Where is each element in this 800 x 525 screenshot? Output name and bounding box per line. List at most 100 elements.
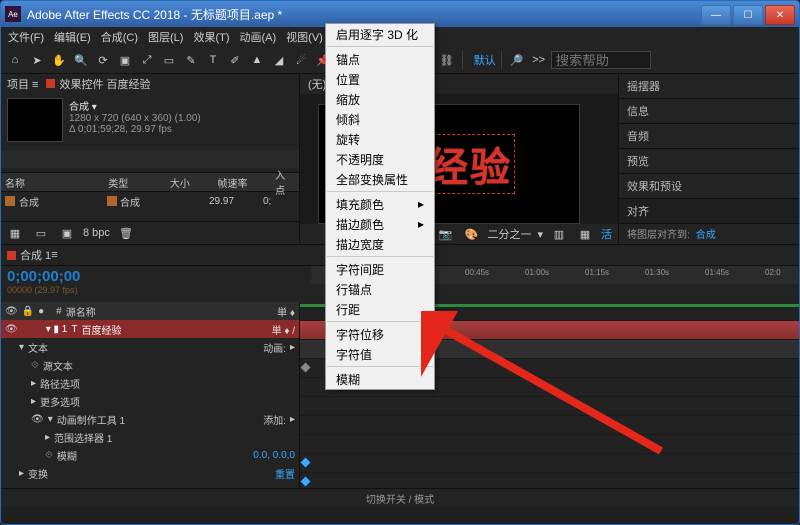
prop-text[interactable]: ▾ 文本动画: ▸ [1,338,299,356]
trash-icon[interactable]: 🗑 [116,223,136,243]
menu-item-19[interactable]: 字符值 [326,344,434,364]
min-button[interactable]: — [701,5,731,25]
snap-icon[interactable]: ⛓ [437,50,457,70]
col-size[interactable]: 大小 [166,175,214,190]
close-button[interactable]: ✕ [765,5,795,25]
panel-effects-presets[interactable]: 效果和预设 [619,174,799,199]
prop-transform[interactable]: ▸ 变换重置 [1,464,299,482]
bpc-label[interactable]: 8 bpc [83,227,110,239]
rotobrush-tool-icon[interactable]: ☄ [291,50,311,70]
add-label[interactable]: 添加: [263,412,286,427]
app-icon: Ae [5,6,21,22]
menu-item-11[interactable]: 描边颜色▸ [326,214,434,234]
brush-tool-icon[interactable]: ✐ [225,50,245,70]
tab-effect-controls[interactable]: 效果控件 百度经验 [46,76,150,92]
toggle-switches[interactable]: 切换开关 / 模式 [366,491,434,506]
window-title: Adobe After Effects CC 2018 - 无标题项目.aep … [27,6,699,23]
menu-anim[interactable]: 动画(A) [237,28,280,46]
menu-layer[interactable]: 图层(L) [145,28,186,46]
prop-more-options[interactable]: ▸ 更多选项 [1,392,299,410]
panel-audio[interactable]: 音频 [619,124,799,149]
max-button[interactable]: ☐ [733,5,763,25]
menu-item-3[interactable]: 位置 [326,69,434,89]
reset-link[interactable]: 重置 [275,466,295,481]
project-item-comp[interactable]: 合成 合成 29.97 0; [1,192,299,210]
zoom-level[interactable]: 二分之一 [487,226,531,242]
col-fps[interactable]: 帧速率 [214,175,272,190]
camera-tool-icon[interactable]: ▣ [115,50,135,70]
viewer-none[interactable]: (无) [308,76,326,92]
timeline-tab[interactable]: 合成 1 [20,247,51,263]
home-icon[interactable]: ⌂ [5,50,25,70]
menu-item-7[interactable]: 不透明度 [326,149,434,169]
comp-dimensions: 1280 x 720 (640 x 360) (1.00) [69,113,201,124]
panel-wiggler[interactable]: 摇摆器 [619,74,799,99]
menu-item-2[interactable]: 锚点 [326,49,434,69]
rect-tool-icon[interactable]: ▭ [159,50,179,70]
tick-5: 01:30s [645,268,669,277]
search-input[interactable] [551,51,651,69]
layer-1-name: 百度经验 [81,322,267,337]
menu-comp[interactable]: 合成(C) [98,28,141,46]
tab-project[interactable]: 项目 ≡ [7,76,38,92]
hand-tool-icon[interactable]: ✋ [49,50,69,70]
panel-align[interactable]: 对齐 [619,199,799,224]
viewer-info[interactable]: 活 [601,226,612,242]
layer-1[interactable]: 👁▾ ▮ 1 T 百度经验 単 ♦ / [1,320,299,338]
menu-item-0[interactable]: 启用逐字 3D 化 [326,24,434,44]
menu-item-14[interactable]: 字符间距 [326,259,434,279]
menu-view[interactable]: 视图(V) [283,28,326,46]
col-name[interactable]: 名称 [1,175,104,190]
menu-item-5[interactable]: 倾斜 [326,109,434,129]
animate-add-icon[interactable]: ▸ [290,342,295,353]
align-to-value[interactable]: 合成 [696,226,716,241]
stamp-tool-icon[interactable]: ▲ [247,50,267,70]
comp-thumbnail[interactable] [7,98,63,142]
animate-label[interactable]: 动画: [263,340,286,355]
panel-preview[interactable]: 预览 [619,149,799,174]
menu-item-18[interactable]: 字符位移 [326,324,434,344]
zoom-tool-icon[interactable]: 🔍 [71,50,91,70]
menu-item-8[interactable]: 全部变换属性 [326,169,434,189]
timecode[interactable]: 0;00;00;00 [7,268,305,285]
workspace-label[interactable]: 默认 [474,52,496,68]
new-folder-icon[interactable]: ▭ [31,223,51,243]
col-type[interactable]: 类型 [104,175,166,190]
menu-file[interactable]: 文件(F) [5,28,47,46]
new-comp-icon[interactable]: ▣ [57,223,77,243]
pan-tool-icon[interactable]: ⤢ [137,50,157,70]
menu-edit[interactable]: 编辑(E) [51,28,94,46]
prop-animator[interactable]: 👁 ▾ 动画制作工具 1添加: ▸ [1,410,299,428]
region-icon[interactable]: ▥ [549,224,569,244]
search-go-icon[interactable]: >> [529,50,549,70]
transparent-icon[interactable]: ▦ [575,224,595,244]
menu-item-16[interactable]: 行距 [326,299,434,319]
eraser-tool-icon[interactable]: ◢ [269,50,289,70]
pen-tool-icon[interactable]: ✎ [181,50,201,70]
tick-4: 01:15s [585,268,609,277]
blur-value[interactable]: 0.0, 0.0,0 [253,450,295,461]
prop-source-text[interactable]: ⟐ 源文本 [1,356,299,374]
menu-item-21[interactable]: 模糊 [326,369,434,389]
add-menu-icon[interactable]: ▸ [290,414,295,425]
panel-info[interactable]: 信息 [619,99,799,124]
snapshot-icon[interactable]: 📷 [435,224,455,244]
menu-item-6[interactable]: 旋转 [326,129,434,149]
interpret-icon[interactable]: ▦ [5,223,25,243]
type-tool-icon[interactable]: T [203,50,223,70]
menu-item-12[interactable]: 描边宽度 [326,234,434,254]
rotate-tool-icon[interactable]: ⟳ [93,50,113,70]
menu-item-4[interactable]: 缩放 [326,89,434,109]
prop-path-options[interactable]: ▸ 路径选项 [1,374,299,392]
menu-item-10[interactable]: 填充颜色▸ [326,194,434,214]
menu-item-15[interactable]: 行锚点 [326,279,434,299]
select-tool-icon[interactable]: ➤ [27,50,47,70]
menu-effect[interactable]: 效果(T) [190,28,232,46]
search-icon[interactable]: 🔎 [507,50,527,70]
project-search[interactable] [1,150,299,168]
col-source-name[interactable]: 源名称 [66,304,273,319]
prop-range-selector[interactable]: ▸ 范围选择器 1 [1,428,299,446]
prop-blur[interactable]: ⟐ 模糊0.0, 0.0,0 [1,446,299,464]
channel-icon[interactable]: 🎨 [461,224,481,244]
menu-separator [327,366,433,367]
